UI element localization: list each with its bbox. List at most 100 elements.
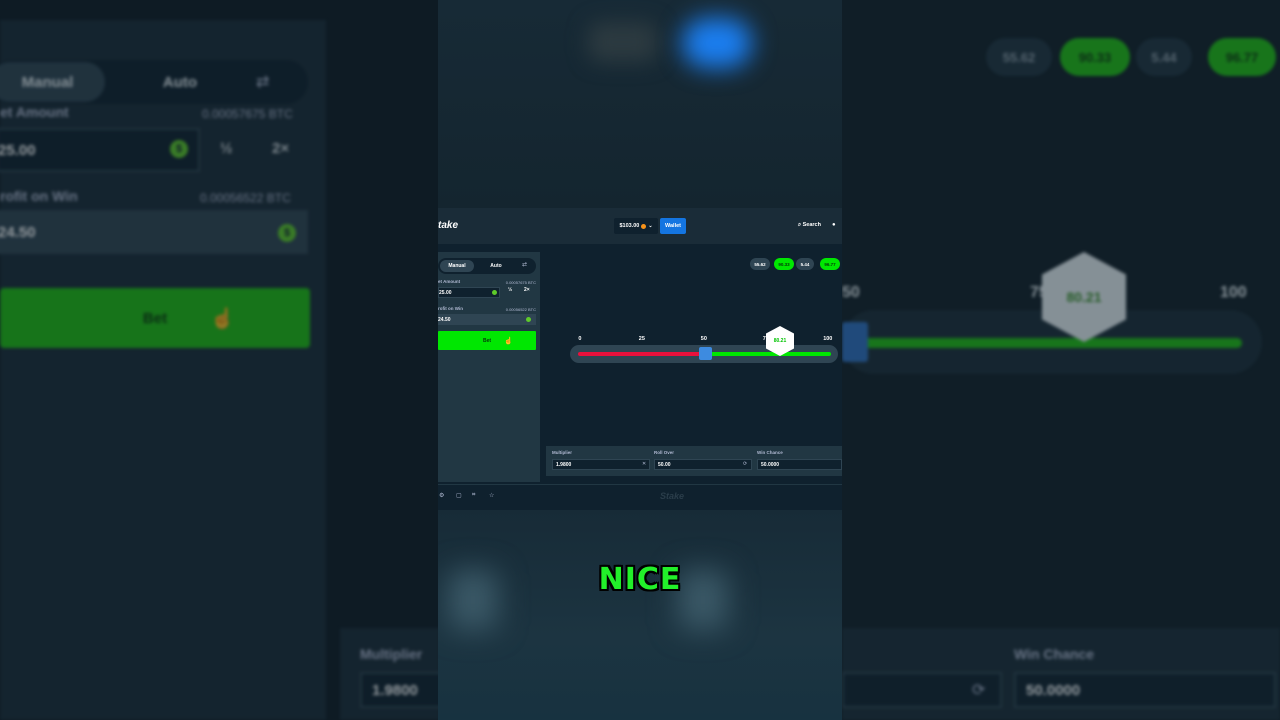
blurred-win-chance-value: 50.0000: [1026, 681, 1081, 699]
swap-icon[interactable]: ⇄: [522, 261, 527, 268]
blurred-result-pill: 5.44: [1136, 38, 1192, 76]
blurred-win-chance-label: Win Chance: [1014, 646, 1094, 662]
blurred-tick: 100: [1220, 284, 1247, 301]
double-button[interactable]: 2×: [524, 287, 530, 293]
mode-tabs: Manual Auto ⇄: [438, 258, 536, 274]
blurred-mode-tabs: Manual Auto ⇄: [0, 60, 308, 104]
balance-amount: $103.00: [619, 223, 640, 229]
bet-button[interactable]: Bet: [438, 331, 536, 350]
result-pill[interactable]: 55.62: [750, 258, 770, 270]
blurred-bet-button: Bet: [0, 288, 310, 348]
blurred-slider-thumb: [842, 322, 868, 362]
stake-dice-app: take $103.00 ⌄ Wallet ⌕ Search ● Manual …: [438, 208, 842, 510]
footer-stake-logo: Stake: [660, 491, 685, 501]
result-pill[interactable]: 5.44: [796, 258, 814, 270]
blurred-profit-label: rofit on Win: [0, 188, 78, 204]
hand-cursor-icon: ☝: [504, 338, 513, 345]
blurred-multiplier-value: 1.9800: [372, 681, 418, 699]
blurred-background-right: 55.62 90.33 5.44 96.77 50 75 100 80.21 ⟳…: [842, 0, 1280, 720]
multiplier-label: Multiplier: [552, 450, 572, 455]
bet-amount-input[interactable]: 25.00: [438, 287, 500, 298]
slider-tick-label: 0: [578, 336, 582, 342]
search-label: Search: [802, 222, 821, 228]
star-icon[interactable]: ☆: [489, 492, 494, 499]
stats-icon[interactable]: ⌗: [472, 492, 475, 499]
theatre-mode-icon[interactable]: ▢: [456, 492, 462, 499]
bet-sidebar: Manual Auto ⇄ et Amount 0.00057675 BTC 2…: [438, 252, 540, 482]
slider-win-segment: [704, 352, 831, 356]
roll-over-input[interactable]: 50.00: [654, 459, 752, 470]
top-navigation-bar: take $103.00 ⌄ Wallet ⌕ Search ●: [438, 208, 842, 244]
roll-over-slider-thumb[interactable]: [698, 347, 712, 360]
profit-on-win-btc: 0.00056522 BTC: [505, 307, 536, 312]
blurred-bet-amount-value: 25.00: [0, 141, 36, 159]
blurred-multiplier-input: 1.9800: [360, 672, 438, 708]
bottom-blur-region: [438, 510, 842, 720]
bet-amount-label: et Amount: [438, 279, 461, 284]
multiply-icon: ✕: [642, 461, 647, 467]
slider-tick-label: 100: [823, 336, 833, 342]
blurred-multiplier-label: Multiplier: [360, 646, 423, 662]
blurred-result-pill: 96.77: [1208, 38, 1276, 76]
refresh-icon[interactable]: ⟳: [743, 461, 747, 467]
user-icon[interactable]: ●: [832, 222, 836, 228]
win-chance-input[interactable]: 50.0000: [757, 459, 842, 470]
search-icon: ⌕: [798, 222, 802, 228]
tab-auto[interactable]: Auto: [484, 260, 508, 272]
slider-tick-label: 25: [638, 336, 645, 342]
blurred-result-pill: 55.62: [986, 38, 1052, 76]
blurred-slider-fill: [862, 338, 1242, 348]
blurred-profit-btc: 0.00056522 BTC: [200, 191, 291, 205]
chevron-down-icon: ⌄: [648, 223, 653, 229]
blurred-game-area: 55.62 90.33 5.44 96.77 50 75 100 80.21 ⟳…: [842, 0, 1280, 720]
multiplier-value: 1.9800: [556, 461, 572, 468]
blurred-result-pill: 90.33: [1060, 38, 1130, 76]
center-video-column: take $103.00 ⌄ Wallet ⌕ Search ● Manual …: [438, 0, 842, 720]
bitcoin-icon: [641, 223, 647, 229]
blur-blob: [588, 22, 658, 62]
dice-controls: Multiplier 1.9800 ✕ Roll Over 50.00 ⟳ Wi…: [546, 446, 842, 476]
balance-selector[interactable]: $103.00 ⌄: [614, 218, 658, 234]
stake-logo[interactable]: take: [438, 220, 458, 231]
win-chance-label: Win Chance: [757, 450, 783, 455]
blurred-profit-input: 24.50: [0, 210, 308, 254]
dollar-coin-icon: $: [170, 140, 188, 158]
blur-blob: [682, 18, 752, 68]
dollar-coin-icon: $: [278, 224, 296, 242]
video-frame: Manual Auto ⇄ et Amount 0.00057675 BTC 2…: [0, 0, 1280, 720]
blurred-tab-auto: Auto: [162, 73, 198, 91]
wallet-button[interactable]: Wallet: [660, 218, 686, 234]
blurred-double-button: 2×: [272, 140, 290, 157]
multiplier-input[interactable]: 1.9800: [552, 459, 650, 470]
profit-on-win-value: 24.50: [438, 316, 451, 323]
blurred-multiplier-panel: Multiplier 1.9800: [340, 628, 438, 720]
blurred-bet-amount-label: et Amount: [0, 104, 69, 120]
top-blur-region: [438, 0, 842, 208]
result-pill[interactable]: 96.77: [820, 258, 840, 270]
search-button[interactable]: ⌕ Search: [798, 222, 821, 229]
bet-amount-btc: 0.00057675 BTC: [505, 280, 536, 285]
blurred-tick: 50: [842, 284, 860, 301]
blurred-half-button: ½: [220, 140, 233, 157]
slider-tick-label: 50: [700, 336, 707, 342]
bet-amount-value: 25.00: [439, 289, 452, 296]
half-button[interactable]: ½: [508, 287, 512, 293]
result-pill[interactable]: 90.33: [774, 258, 794, 270]
swap-icon: ⇄: [256, 74, 270, 91]
blurred-controls-panel: ⟳ Win Chance 50.0000: [842, 628, 1280, 720]
blurred-background-left: Manual Auto ⇄ et Amount 0.00057675 BTC 2…: [0, 0, 438, 720]
profit-on-win-label: rofit on Win: [438, 306, 463, 311]
blurred-sidebar: Manual Auto ⇄ et Amount 0.00057675 BTC 2…: [0, 20, 326, 720]
video-caption: NICE: [598, 562, 682, 597]
game-footer-bar: ⚙ ▢ ⌗ ☆ Stake: [438, 484, 842, 508]
dollar-coin-icon: [492, 290, 497, 295]
dollar-coin-icon: [526, 317, 531, 322]
slider-lose-segment: [578, 352, 705, 356]
hand-cursor-icon: ☝: [210, 308, 235, 330]
roll-over-label: Roll Over: [654, 450, 675, 455]
blurred-win-chance-input: 50.0000: [1014, 672, 1276, 708]
blurred-bet-amount-btc: 0.00057675 BTC: [202, 107, 293, 121]
blurred-tab-manual: Manual: [0, 62, 105, 102]
tab-manual[interactable]: Manual: [440, 260, 474, 272]
settings-icon[interactable]: ⚙: [439, 492, 444, 499]
